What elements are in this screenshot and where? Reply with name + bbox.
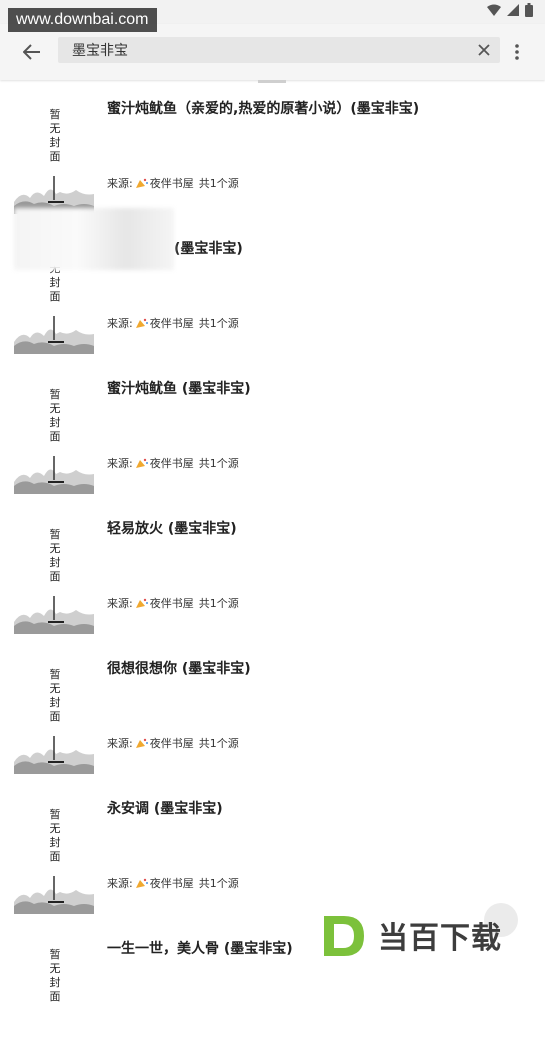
source-name: 夜伴书屋 [149, 317, 194, 330]
book-title: 轻易放火 (墨宝非宝) [107, 521, 237, 537]
source-count: 共1个源 [198, 737, 239, 750]
book-title: (墨宝非宝) [174, 241, 243, 257]
close-icon [478, 44, 490, 56]
clear-search-button[interactable] [474, 40, 494, 60]
source-count: 共1个源 [198, 317, 239, 330]
source-count: 共1个源 [198, 597, 239, 610]
result-item[interactable]: 暂无封面 蜜汁炖鱿鱼（亲爱的,热爱的原著小说）(墨宝非宝) 来源: 夜伴书屋 共… [0, 84, 545, 224]
scroll-handle[interactable] [258, 80, 286, 83]
party-popper-icon [135, 878, 148, 888]
party-popper-icon [135, 598, 148, 608]
book-cover: 暂无封面 [14, 654, 94, 774]
source-count: 共1个源 [198, 457, 239, 470]
book-title: 蜜汁炖鱿鱼 (墨宝非宝) [107, 381, 251, 397]
cover-placeholder-text: 暂无封面 [49, 808, 61, 863]
site-logo-text: 当百下载 [378, 921, 502, 956]
book-title: 很想很想你 (墨宝非宝) [107, 661, 251, 677]
source-label: 来源: [107, 737, 133, 750]
landscape-painting [14, 456, 94, 494]
party-popper-icon [135, 178, 148, 188]
book-source-info: 来源: 夜伴书屋 共1个源 [107, 175, 239, 191]
book-source-info: 来源: 夜伴书屋 共1个源 [107, 455, 239, 471]
party-popper-icon [135, 318, 148, 328]
search-input[interactable] [58, 37, 458, 63]
battery-icon [525, 3, 533, 17]
book-source-info: 来源: 夜伴书屋 共1个源 [107, 875, 239, 891]
cover-placeholder-text: 暂无封面 [49, 388, 61, 443]
watermark-label: www.downbai.com [8, 8, 157, 32]
source-name: 夜伴书屋 [149, 737, 194, 750]
source-label: 来源: [107, 177, 133, 190]
book-cover: 暂无封面 [14, 934, 94, 1054]
back-button[interactable] [18, 38, 46, 66]
more-vert-icon [515, 44, 519, 60]
source-label: 来源: [107, 317, 133, 330]
party-popper-icon [135, 458, 148, 468]
signal-icon [507, 4, 519, 16]
search-box [58, 37, 500, 63]
landscape-painting [14, 736, 94, 774]
landscape-painting [14, 596, 94, 634]
book-title: 永安调 (墨宝非宝) [107, 801, 223, 817]
book-source-info: 来源: 夜伴书屋 共1个源 [107, 735, 239, 751]
source-label: 来源: [107, 457, 133, 470]
result-item[interactable]: 暂无封面 永安调 (墨宝非宝) 来源: 夜伴书屋 共1个源 [0, 784, 545, 924]
book-cover: 暂无封面 [14, 374, 94, 494]
cover-placeholder-text: 暂无封面 [49, 948, 61, 1003]
source-label: 来源: [107, 597, 133, 610]
wifi-icon [487, 4, 501, 16]
status-icons [487, 3, 533, 17]
landscape-painting [14, 876, 94, 914]
book-source-info: 来源: 夜伴书屋 共1个源 [107, 595, 239, 611]
source-name: 夜伴书屋 [149, 877, 194, 890]
book-cover: 暂无封面 [14, 514, 94, 634]
arrow-left-icon [23, 44, 40, 60]
source-name: 夜伴书屋 [149, 457, 194, 470]
book-title: 蜜汁炖鱿鱼（亲爱的,热爱的原著小说）(墨宝非宝) [107, 101, 420, 117]
search-toolbar [0, 24, 545, 80]
result-item[interactable]: 暂无封面 蜜汁炖鱿鱼 (墨宝非宝) 来源: 夜伴书屋 共1个源 [0, 364, 545, 504]
cover-placeholder-text: 暂无封面 [49, 528, 61, 583]
source-count: 共1个源 [198, 177, 239, 190]
book-cover: 暂无封面 [14, 94, 94, 214]
result-item[interactable]: 暂无封面 很想很想你 (墨宝非宝) 来源: 夜伴书屋 共1个源 [0, 644, 545, 784]
more-options-button[interactable] [507, 38, 527, 66]
book-cover: 暂无封面 [14, 794, 94, 914]
result-item[interactable]: 暂无封面 轻易放火 (墨宝非宝) 来源: 夜伴书屋 共1个源 [0, 504, 545, 644]
source-name: 夜伴书屋 [149, 597, 194, 610]
party-popper-icon [135, 738, 148, 748]
landscape-painting [14, 316, 94, 354]
source-name: 夜伴书屋 [149, 177, 194, 190]
cover-placeholder-text: 暂无封面 [49, 668, 61, 723]
source-label: 来源: [107, 877, 133, 890]
book-source-info: 来源: 夜伴书屋 共1个源 [107, 315, 239, 331]
cover-placeholder-text: 暂无封面 [49, 108, 61, 163]
blurred-region [14, 208, 174, 270]
source-count: 共1个源 [198, 877, 239, 890]
